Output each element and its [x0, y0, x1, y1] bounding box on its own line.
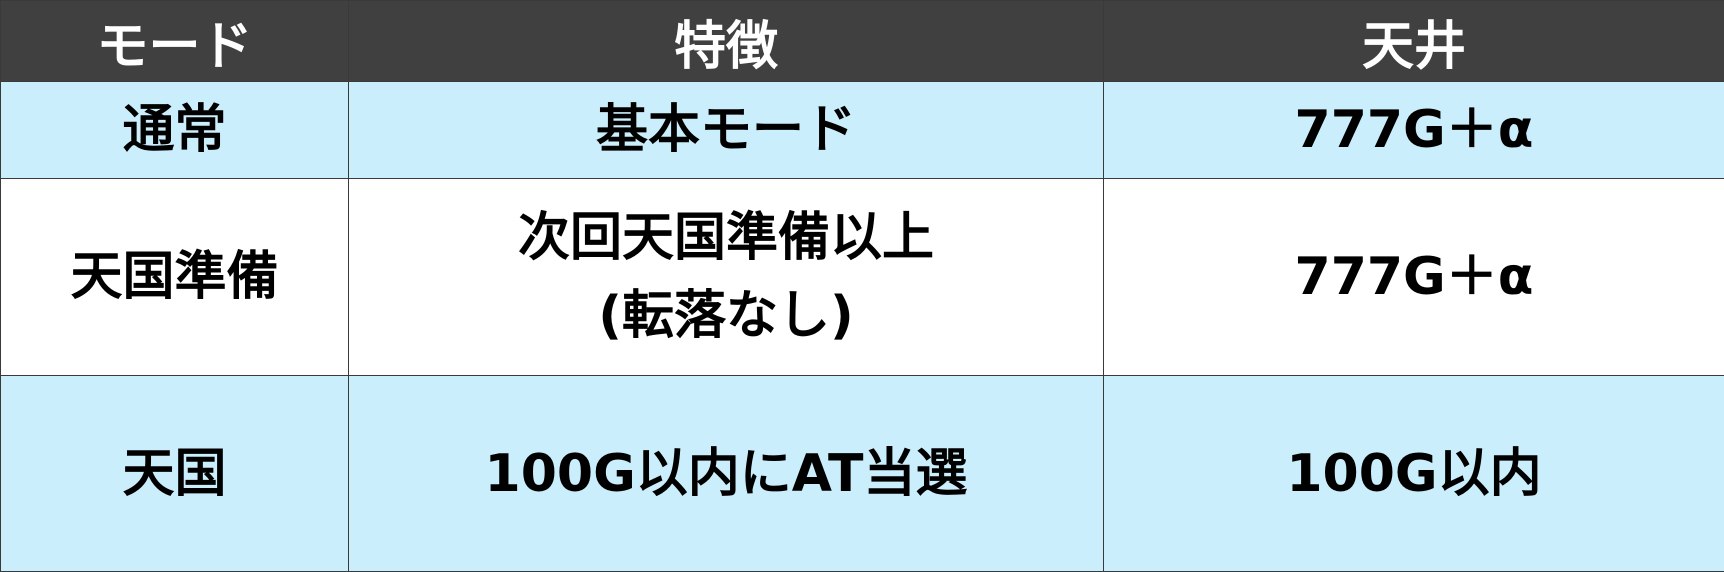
cell-ceiling: 100G以内 [1104, 376, 1724, 572]
cell-feature: 次回天国準備以上 (転落なし) [349, 179, 1104, 376]
cell-mode: 天国 [1, 376, 349, 572]
feature-line: 100G以内にAT当選 [349, 435, 1103, 513]
cell-feature: 100G以内にAT当選 [349, 376, 1104, 572]
cell-feature: 基本モード [349, 82, 1104, 179]
header-mode: モード [1, 1, 349, 82]
cell-mode: 天国準備 [1, 179, 349, 376]
cell-mode: 通常 [1, 82, 349, 179]
table-row: 天国準備 次回天国準備以上 (転落なし) 777G＋α [1, 179, 1724, 376]
mode-table: モード 特徴 天井 通常 基本モード 777G＋α 天国準備 次回天国準備以上 … [0, 0, 1724, 572]
feature-line: 基本モード [349, 91, 1103, 169]
header-feature: 特徴 [349, 1, 1104, 82]
feature-line: (転落なし) [349, 277, 1103, 355]
cell-ceiling: 777G＋α [1104, 179, 1724, 376]
header-row: モード 特徴 天井 [1, 1, 1724, 82]
table-row: 通常 基本モード 777G＋α [1, 82, 1724, 179]
header-ceiling: 天井 [1104, 1, 1724, 82]
cell-ceiling: 777G＋α [1104, 82, 1724, 179]
feature-line: 次回天国準備以上 [349, 199, 1103, 277]
table-row: 天国 100G以内にAT当選 100G以内 [1, 376, 1724, 572]
